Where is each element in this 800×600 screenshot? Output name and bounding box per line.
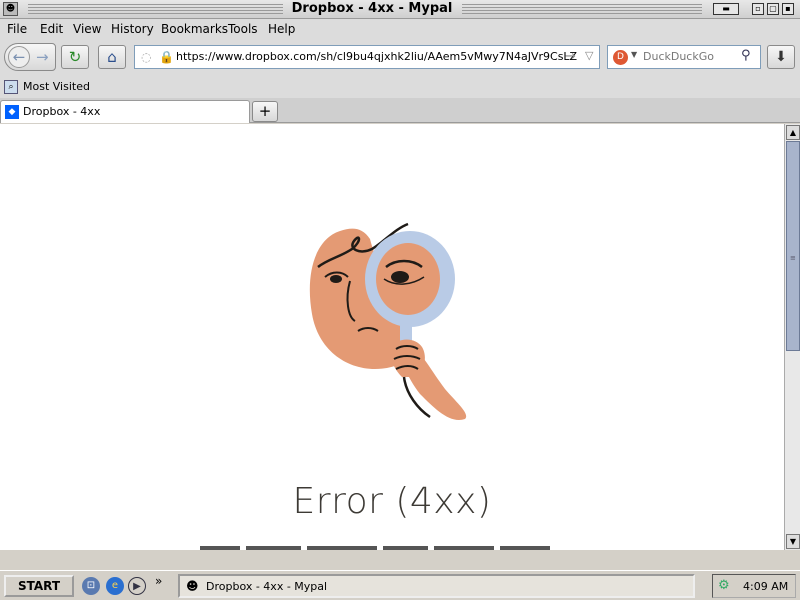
taskbar: START ⊡ e ▶ » ☻ Dropbox - 4xx - Mypal ⚙ …: [0, 570, 800, 600]
mypal-app-icon[interactable]: ☻: [3, 2, 18, 16]
chevron-down-icon[interactable]: ▼: [631, 50, 637, 59]
scroll-up-icon[interactable]: ▲: [786, 125, 800, 140]
window-title: Dropbox - 4xx - Mypal: [291, 1, 453, 16]
chevron-right-icon[interactable]: »: [155, 574, 162, 588]
bookmark-folder-icon: ⌕: [4, 80, 18, 94]
home-button[interactable]: ⌂: [98, 45, 126, 69]
scrollbar-thumb[interactable]: ≡: [786, 141, 800, 351]
new-tab-button[interactable]: +: [252, 101, 278, 122]
globe-icon: ◌: [141, 50, 152, 64]
clock[interactable]: 4:09 AM: [743, 580, 788, 593]
url-input[interactable]: https://www.dropbox.com/sh/cl9bu4qjxhk2l…: [176, 50, 577, 63]
system-tray: ⚙ 4:09 AM: [712, 574, 796, 598]
tab-dropbox[interactable]: ◆ Dropbox - 4xx: [0, 100, 250, 123]
menu-bar: File Edit View History Bookmarks Tools H…: [0, 19, 800, 40]
scroll-down-icon[interactable]: ▼: [786, 534, 800, 549]
back-button[interactable]: ←: [8, 46, 30, 68]
url-bar[interactable]: ◌ 🔒 https://www.dropbox.com/sh/cl9bu4qjx…: [134, 45, 600, 69]
taskbar-task-mypal[interactable]: ☻ Dropbox - 4xx - Mypal: [178, 574, 695, 598]
menu-tools[interactable]: Tools: [228, 22, 258, 36]
bookmark-most-visited[interactable]: Most Visited: [23, 80, 90, 93]
download-button[interactable]: ⬇: [767, 45, 795, 69]
title-stripes: [462, 4, 702, 15]
menu-view[interactable]: View: [73, 22, 101, 36]
tab-label: Dropbox - 4xx: [23, 105, 101, 118]
page-content: Error (4xx): [0, 124, 784, 550]
search-input[interactable]: DuckDuckGo: [643, 50, 714, 63]
internet-explorer-icon[interactable]: e: [106, 577, 124, 595]
close-button[interactable]: ▪: [782, 3, 794, 15]
start-button[interactable]: START: [4, 575, 74, 597]
menu-bookmarks[interactable]: Bookmarks: [161, 22, 228, 36]
menu-file[interactable]: File: [7, 22, 27, 36]
menu-help[interactable]: Help: [268, 22, 295, 36]
minimize-icon-button[interactable]: ▫: [752, 3, 764, 15]
title-bar: ☻ Dropbox - 4xx - Mypal ▬ ▫ ▢ ▪: [0, 0, 800, 19]
error-title: Error (4xx): [292, 481, 492, 522]
search-bar[interactable]: D ▼ DuckDuckGo ⚲: [607, 45, 761, 69]
task-label: Dropbox - 4xx - Mypal: [206, 580, 328, 593]
error-subtitle-cutoff: [200, 544, 590, 550]
media-player-icon[interactable]: ▶: [128, 577, 146, 595]
reload-button[interactable]: ↻: [61, 45, 89, 69]
go-arrow-icon[interactable]: →: [565, 49, 576, 64]
dropbox-favicon-icon: ◆: [5, 105, 19, 119]
mypal-task-icon: ☻: [186, 579, 199, 593]
maximize-button[interactable]: ▢: [767, 3, 779, 15]
duckduckgo-icon[interactable]: D: [613, 50, 628, 65]
bookmarks-bar: ⌕ Most Visited: [0, 76, 800, 98]
navigation-toolbar: ← → ↻ ⌂ ◌ 🔒 https://www.dropbox.com/sh/c…: [0, 40, 800, 76]
minimize-button[interactable]: ▬: [713, 3, 739, 15]
error-illustration: [309, 222, 467, 420]
back-forward-group: ← →: [4, 43, 56, 71]
vertical-scrollbar[interactable]: ▲ ≡ ▼: [784, 124, 800, 550]
menu-history[interactable]: History: [111, 22, 154, 36]
title-stripes: [28, 4, 283, 15]
tab-strip: ◆ Dropbox - 4xx +: [0, 98, 800, 123]
lock-icon[interactable]: 🔒: [159, 50, 174, 64]
menu-edit[interactable]: Edit: [40, 22, 63, 36]
network-icon[interactable]: ⚙: [718, 578, 730, 593]
url-dropdown-icon[interactable]: ▽: [585, 49, 593, 62]
forward-button[interactable]: →: [36, 48, 49, 66]
search-icon[interactable]: ⚲: [741, 48, 751, 63]
browser-quicklaunch-icon[interactable]: ⊡: [82, 577, 100, 595]
grip-icon: ≡: [790, 254, 796, 262]
